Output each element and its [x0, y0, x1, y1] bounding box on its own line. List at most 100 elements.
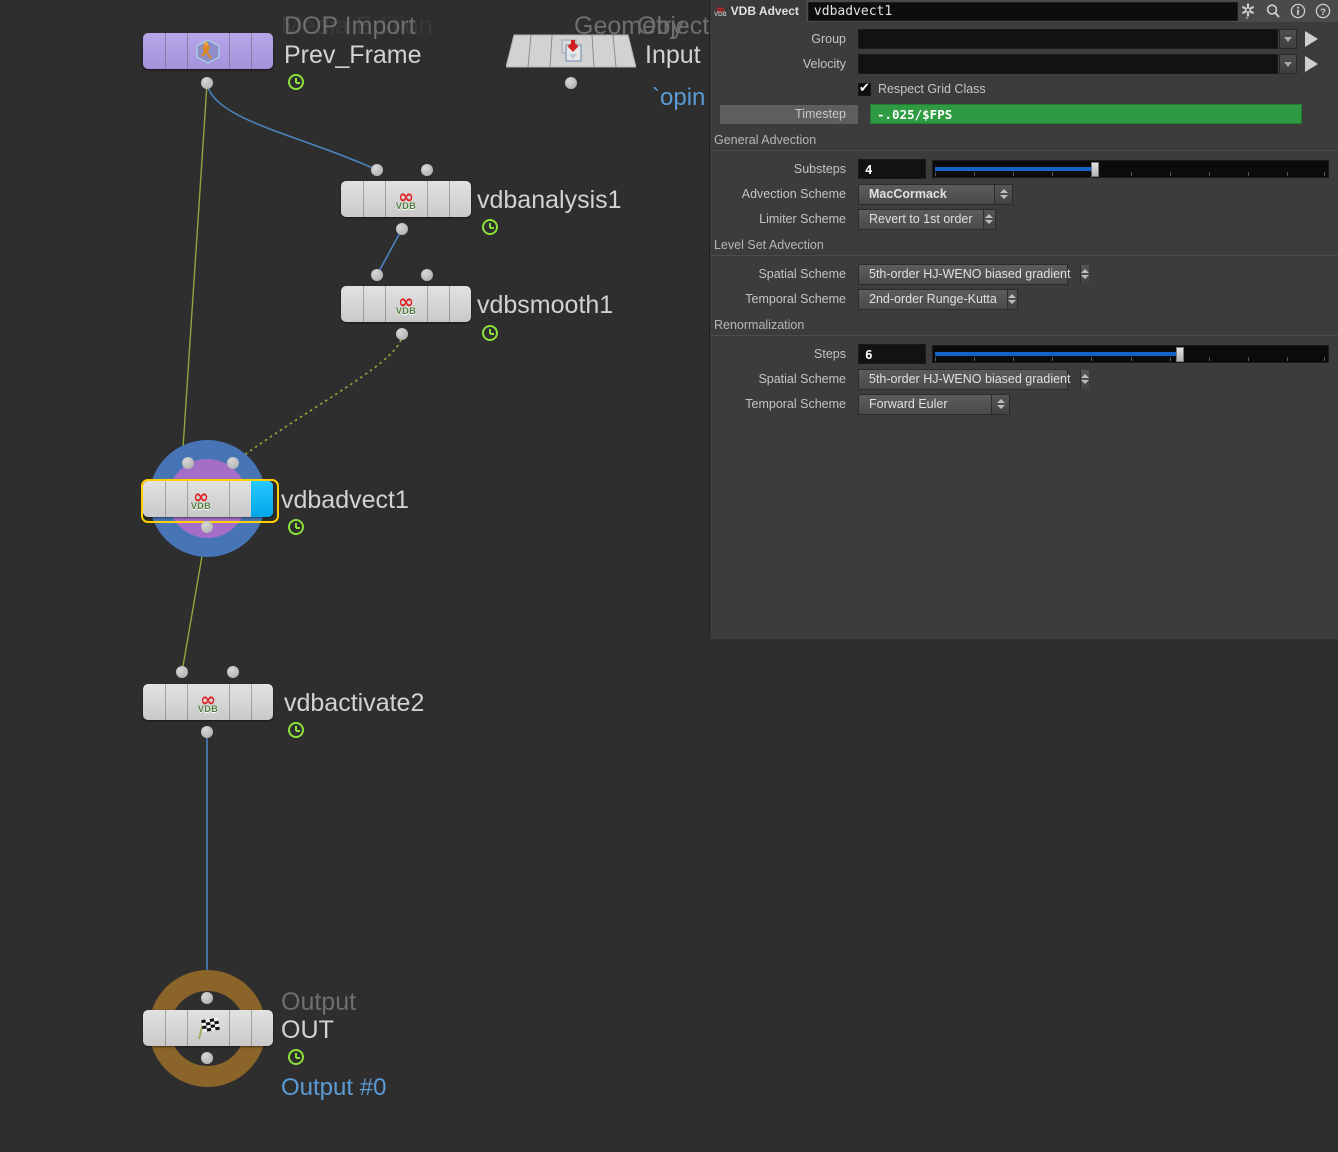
node-stripe	[229, 33, 230, 69]
help-icon[interactable]: ?	[1315, 3, 1331, 19]
node-stripe	[165, 481, 166, 517]
node-name-vdbactivate2: vdbactivate2	[284, 689, 425, 717]
node-output-port[interactable]	[201, 77, 213, 89]
node-output-port[interactable]	[201, 1052, 213, 1064]
parameter-body: Group Velocity Respect Grid Class	[710, 22, 1338, 415]
respect-grid-class-checkbox[interactable]	[858, 81, 871, 96]
param-row-ls-spatial-scheme: Spatial Scheme 5th-order HJ-WENO biased …	[710, 263, 1338, 285]
param-label-rn-temporal-scheme: Temporal Scheme	[745, 397, 846, 411]
node-stripe	[165, 1010, 166, 1046]
node-body-vdbadvect1[interactable]: ∞ VDB	[143, 481, 273, 517]
group-pick-arrow-icon[interactable]	[1305, 31, 1318, 47]
ls-spatial-scheme-select[interactable]: 5th-order HJ-WENO biased gradient	[858, 263, 1090, 285]
node-input-port[interactable]	[371, 164, 383, 176]
node-name-vdbsmooth1: vdbsmooth1	[477, 291, 614, 319]
chevron-down-icon	[1284, 36, 1292, 42]
param-label-steps: Steps	[814, 347, 846, 361]
node-stripe	[385, 286, 386, 322]
node-stripe	[449, 181, 450, 217]
node-input-port[interactable]	[421, 269, 433, 281]
group-input[interactable]	[858, 29, 1278, 49]
steps-slider[interactable]	[932, 345, 1329, 363]
node-input-port[interactable]	[176, 666, 188, 678]
node-input-port[interactable]	[421, 164, 433, 176]
param-row-timestep: Timestep -.025/$FPS	[710, 103, 1338, 125]
param-label-substeps: Substeps	[793, 162, 846, 176]
search-icon[interactable]	[1265, 3, 1281, 19]
node-display-flag[interactable]	[251, 481, 273, 517]
node-stripe	[187, 1010, 188, 1046]
param-label-advection-scheme: Advection Scheme	[741, 187, 846, 201]
node-input-port[interactable]	[227, 457, 239, 469]
spinner-icon[interactable]	[982, 209, 995, 229]
gear-icon[interactable]	[1240, 3, 1256, 20]
node-output-port[interactable]	[201, 726, 213, 738]
node-input-port[interactable]	[182, 457, 194, 469]
node-body-out[interactable]	[143, 1010, 273, 1046]
spinner-icon[interactable]	[1080, 369, 1090, 389]
node-stripe	[427, 181, 428, 217]
vdb-text-glyph: VDB	[395, 200, 417, 211]
node-input-port[interactable]	[227, 666, 239, 678]
node-stripe	[165, 33, 166, 69]
advection-scheme-select[interactable]: MacCormack	[858, 183, 1013, 205]
advection-scheme-value: MacCormack	[869, 187, 947, 201]
spinner-icon[interactable]	[1080, 264, 1090, 284]
slider-ticks	[935, 356, 1326, 361]
node-body-prev-frame[interactable]	[143, 33, 273, 69]
vdb-text-glyph: VDB	[197, 703, 219, 714]
object-merge-icon	[556, 38, 586, 64]
section-title-renormalization: Renormalization	[714, 318, 805, 332]
substeps-slider[interactable]	[932, 160, 1329, 178]
velocity-input[interactable]	[858, 54, 1278, 74]
node-type-object: Object	[637, 12, 710, 40]
rn-temporal-scheme-select[interactable]: Forward Euler	[858, 393, 1010, 415]
node-stripe	[187, 33, 188, 69]
steps-input[interactable]: 6	[858, 344, 926, 364]
section-divider	[710, 335, 1338, 336]
limiter-scheme-select[interactable]: Revert to 1st order	[858, 208, 996, 230]
section-divider	[710, 255, 1338, 256]
group-menu-button[interactable]	[1279, 29, 1297, 49]
node-output-port[interactable]	[565, 77, 577, 89]
node-body-vdbanalysis1[interactable]: ∞ VDB	[341, 181, 471, 217]
spinner-icon[interactable]	[1006, 289, 1017, 309]
velocity-menu-button[interactable]	[1279, 54, 1297, 74]
info-icon[interactable]	[1290, 3, 1306, 19]
param-label-timestep[interactable]: Timestep	[720, 104, 858, 124]
param-label-limiter-scheme: Limiter Scheme	[759, 212, 846, 226]
node-input-port[interactable]	[201, 992, 213, 1004]
node-output-port[interactable]	[396, 223, 408, 235]
respect-grid-class-control[interactable]: Respect Grid Class	[858, 81, 986, 96]
header-icon-group: ?	[1240, 3, 1338, 20]
dop-import-icon	[193, 38, 223, 64]
node-body-vdbsmooth1[interactable]: ∞ VDB	[341, 286, 471, 322]
node-output-port[interactable]	[201, 521, 213, 533]
svg-text:?: ?	[1320, 7, 1326, 18]
ls-temporal-scheme-select[interactable]: 2nd-order Runge-Kutta	[858, 288, 1018, 310]
chevron-down-icon	[1284, 61, 1292, 67]
param-row-ls-temporal-scheme: Temporal Scheme 2nd-order Runge-Kutta	[710, 288, 1338, 310]
node-input-port[interactable]	[371, 269, 383, 281]
vdb-text-glyph: VDB	[190, 500, 212, 511]
time-dependent-icon	[288, 519, 304, 535]
rn-spatial-scheme-select[interactable]: 5th-order HJ-WENO biased gradient	[858, 368, 1090, 390]
vdb-icon: ∞ VDB	[186, 486, 216, 512]
param-row-rn-spatial-scheme: Spatial Scheme 5th-order HJ-WENO biased …	[710, 368, 1338, 390]
node-name-input[interactable]: vdbadvect1	[807, 1, 1238, 21]
param-row-steps: Steps 6	[710, 343, 1338, 365]
rn-temporal-scheme-value: Forward Euler	[869, 397, 948, 411]
param-label-rn-spatial-scheme: Spatial Scheme	[758, 372, 846, 386]
node-output-port[interactable]	[396, 328, 408, 340]
ls-spatial-scheme-value: 5th-order HJ-WENO biased gradient	[869, 267, 1071, 281]
substeps-input[interactable]: 4	[858, 159, 926, 179]
spinner-icon[interactable]	[994, 184, 1012, 204]
velocity-pick-arrow-icon[interactable]	[1305, 56, 1318, 72]
vdb-text-glyph: VDB	[714, 12, 727, 18]
node-stripe	[363, 286, 364, 322]
node-type-badge: ∞ VDB VDB Advect	[710, 0, 806, 22]
node-body-vdbactivate2[interactable]: ∞ VDB	[143, 684, 273, 720]
param-row-velocity: Velocity	[710, 53, 1338, 75]
timestep-input[interactable]: -.025/$FPS	[870, 104, 1302, 124]
spinner-icon[interactable]	[991, 394, 1009, 414]
